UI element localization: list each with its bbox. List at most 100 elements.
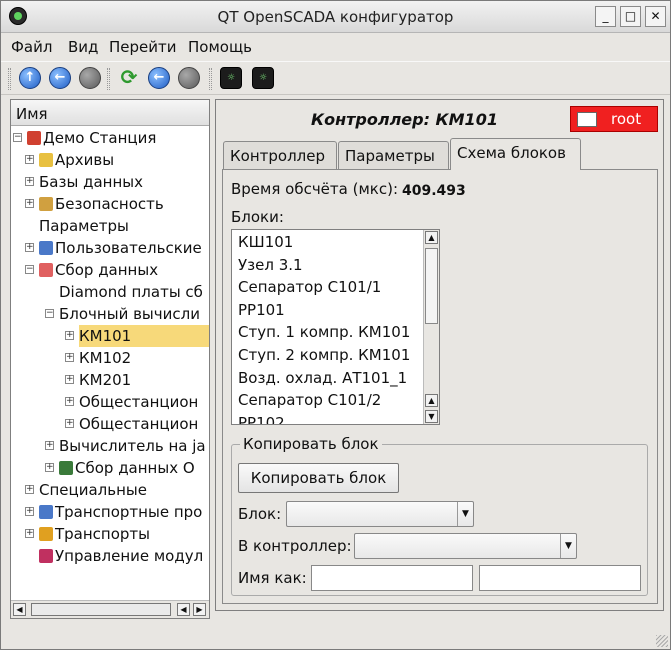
tree-expander-icon[interactable]: − — [13, 133, 22, 142]
tree-item[interactable]: Специальные — [39, 479, 147, 501]
tree-item[interactable]: Безопасность — [39, 193, 164, 215]
openscada-module-icon[interactable]: ☼ — [220, 67, 242, 89]
tab-controller[interactable]: Контроллер — [223, 141, 337, 169]
tree-item-label: Архивы — [55, 151, 115, 169]
tree-item[interactable]: КМ101 — [79, 325, 209, 347]
block-select[interactable]: ▼ — [286, 501, 474, 527]
tree-item-label: КМ102 — [79, 349, 132, 367]
toolbar-grip[interactable] — [107, 68, 110, 90]
forward-disabled-icon[interactable] — [79, 67, 101, 89]
tree-item[interactable]: Вычислитель на ja — [59, 435, 206, 457]
blocks-list[interactable]: КШ101 Узел 3.1 Сепаратор С101/1 PP101 Ступ. … — [231, 229, 440, 425]
tree-item[interactable]: Демо Станция — [27, 127, 156, 149]
tree-expander-icon[interactable]: + — [65, 375, 74, 384]
maximize-button[interactable]: □ — [620, 6, 641, 27]
tree-item[interactable]: КМ201 — [79, 369, 131, 391]
block-list-item[interactable]: Ступ. 2 компр. КМ101 — [238, 346, 410, 364]
tree-expander-icon[interactable]: + — [65, 331, 74, 340]
tree-expander-icon[interactable]: + — [45, 463, 54, 472]
block-list-item[interactable]: Ступ. 1 компр. КМ101 — [238, 323, 410, 341]
tree-item-label: Блочный вычисли — [59, 305, 200, 323]
tree-item[interactable]: КМ102 — [79, 347, 131, 369]
back-arrow-icon[interactable]: ← — [49, 67, 71, 89]
tree-item[interactable]: Параметры — [39, 215, 129, 237]
title-bar[interactable]: QT OpenSCADA конфигуратор _ □ ✕ — [1, 1, 670, 33]
resize-grip[interactable] — [656, 635, 668, 647]
tree-header[interactable]: Имя — [11, 100, 209, 126]
tree-expander-icon[interactable]: − — [25, 265, 34, 274]
openscada-module2-icon[interactable]: ☼ — [252, 67, 274, 89]
tree-item[interactable]: Транспорты — [39, 523, 150, 545]
tree-item[interactable]: Транспортные про — [39, 501, 202, 523]
scroll-right-icon[interactable]: ▶ — [193, 603, 206, 616]
menu-go[interactable]: Перейти — [109, 38, 177, 56]
refresh-icon[interactable]: ⟳ — [118, 67, 140, 89]
stop-icon[interactable] — [178, 67, 200, 89]
blocks-scroll-thumb[interactable] — [425, 248, 438, 324]
tree-item-label: Сбор данных О — [75, 459, 195, 477]
minimize-button[interactable]: _ — [595, 6, 616, 27]
tree-item-label: Безопасность — [55, 195, 164, 213]
tree-item[interactable]: Блочный вычисли — [59, 303, 200, 325]
user-button[interactable]: root — [570, 106, 658, 132]
block-list-item[interactable]: КШ101 — [238, 233, 293, 251]
menu-help[interactable]: Помощь — [188, 38, 252, 56]
block-list-item[interactable]: Сепаратор С101/2 — [238, 391, 381, 409]
tree-expander-icon[interactable]: + — [25, 155, 34, 164]
scroll-thumb[interactable] — [31, 603, 171, 616]
home-icon — [27, 131, 41, 145]
tree-item[interactable]: Архивы — [39, 149, 114, 171]
menu-view[interactable]: Вид — [68, 38, 98, 56]
tree-item[interactable]: Общестанцион — [79, 391, 198, 413]
tree-item[interactable]: Базы данных — [39, 171, 143, 193]
tree-expander-icon[interactable]: + — [25, 199, 34, 208]
block-list-item[interactable]: PP102 — [238, 414, 285, 424]
scroll-left-icon[interactable]: ◀ — [13, 603, 26, 616]
block-list-item[interactable]: PP101 — [238, 301, 285, 319]
tab-block-scheme[interactable]: Схема блоков — [450, 138, 581, 170]
tree-item[interactable]: Общестанцион — [79, 413, 198, 435]
toolbar-grip[interactable] — [209, 68, 212, 90]
tree-item-label: КМ201 — [79, 371, 132, 389]
tree-expander-icon[interactable]: + — [65, 419, 74, 428]
copy-block-button[interactable]: Копировать блок — [238, 463, 399, 493]
block-list-item[interactable]: Возд. охлад. АТ101_1 — [238, 369, 407, 387]
tree-expander-icon[interactable]: − — [45, 309, 54, 318]
name-id-input[interactable] — [311, 565, 473, 591]
scroll-up2-icon[interactable]: ▲ — [425, 394, 438, 407]
scroll-up-icon[interactable]: ▲ — [425, 231, 438, 244]
menu-file[interactable]: Файл — [11, 38, 52, 56]
toolbar-grip[interactable] — [8, 68, 11, 90]
tree-item[interactable]: Пользовательские — [39, 237, 202, 259]
up-arrow-icon[interactable]: ↑ — [19, 67, 41, 89]
tree-expander-icon[interactable]: + — [65, 353, 74, 362]
tree-horizontal-scrollbar[interactable]: ◀ ◀ ▶ — [11, 600, 209, 618]
tree-item[interactable]: Сбор данных О — [59, 457, 195, 479]
scroll-left2-icon[interactable]: ◀ — [177, 603, 190, 616]
tree-expander-icon[interactable]: + — [25, 485, 34, 494]
tree-item-label: Параметры — [39, 217, 129, 235]
tree-expander-icon[interactable]: + — [25, 177, 34, 186]
tree-expander-icon[interactable]: + — [65, 397, 74, 406]
tree-expander-icon[interactable]: + — [45, 441, 54, 450]
tab-parameters[interactable]: Параметры — [338, 141, 449, 169]
name-text-input[interactable] — [479, 565, 641, 591]
blocks-list-scrollbar[interactable]: ▲ ▲ ▼ — [423, 230, 439, 424]
chevron-down-icon: ▼ — [457, 502, 473, 526]
scroll-down-icon[interactable]: ▼ — [425, 410, 438, 423]
tree-expander-icon[interactable]: + — [25, 243, 34, 252]
controller-select[interactable]: ▼ — [354, 533, 577, 559]
navigation-tree[interactable]: − Демо Станция + Архивы + Базы данных + Безопас… — [11, 127, 209, 597]
block-list-item[interactable]: Сепаратор С101/1 — [238, 278, 381, 296]
controller-label: В контроллер: — [238, 537, 352, 555]
block-list-item[interactable]: Узел 3.1 — [238, 256, 303, 274]
tree-expander-icon[interactable]: + — [25, 529, 34, 538]
start-icon[interactable]: ← — [148, 67, 170, 89]
tree-item-label: Пользовательские — [55, 239, 202, 257]
tree-item[interactable]: Управление модул — [39, 545, 203, 567]
tree-item[interactable]: Сбор данных — [39, 259, 158, 281]
chevron-down-icon: ▼ — [560, 534, 576, 558]
close-button[interactable]: ✕ — [645, 6, 666, 27]
tree-item[interactable]: Diamond платы сб — [59, 281, 203, 303]
tree-expander-icon[interactable]: + — [25, 507, 34, 516]
